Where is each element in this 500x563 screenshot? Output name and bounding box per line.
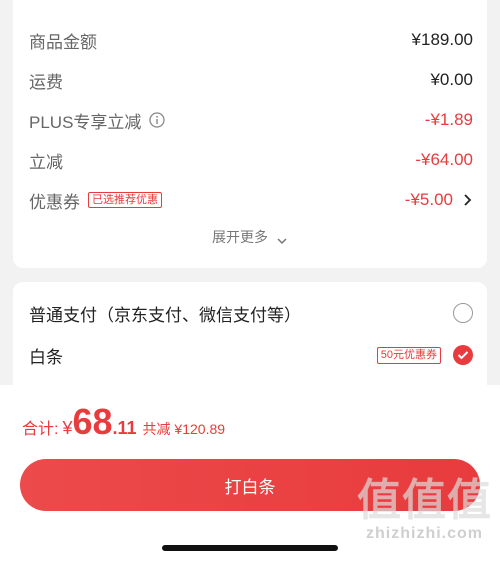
total-line: 合计: ¥ 68 .11 共减 ¥120.89 (22, 401, 225, 443)
instant-discount-value: -¥64.00 (415, 150, 473, 169)
price-summary-card: 商品金额 ¥189.00 运费 ¥0.00 PLUS专享立减 -¥1.89 立减… (13, 0, 487, 268)
payment-option-normal-label: 普通支付（京东支付、微信支付等） (29, 305, 301, 325)
home-indicator[interactable] (162, 545, 338, 551)
payment-option-normal[interactable]: 普通支付（京东支付、微信支付等） (29, 299, 473, 327)
checkout-bar: 合计: ¥ 68 .11 共减 ¥120.89 打白条 值值值 zhizhizh… (0, 385, 500, 563)
info-icon[interactable] (149, 112, 166, 128)
coupon-label: 优惠券 (29, 192, 80, 212)
watermark-logo: 值值值 zhizhizhi.com (357, 477, 492, 543)
expand-more-label: 展开更多 (212, 229, 269, 245)
payment-option-baitiao-label: 白条 (29, 347, 63, 367)
total-label: 合计: (22, 421, 59, 438)
shipping-label: 运费 (29, 72, 63, 92)
row-instant-discount: 立减 -¥64.00 (29, 146, 473, 174)
row-shipping: 运费 ¥0.00 (29, 66, 473, 94)
row-coupon[interactable]: 优惠券 已选推荐优惠 -¥5.00 (29, 186, 473, 214)
instant-discount-label: 立减 (29, 152, 63, 172)
expand-more-button[interactable]: 展开更多 (13, 227, 487, 247)
chevron-right-icon[interactable] (463, 193, 473, 207)
payment-option-normal-radio[interactable] (453, 303, 473, 323)
plus-discount-label: PLUS专享立减 (29, 112, 142, 132)
row-plus-discount: PLUS专享立减 -¥1.89 (29, 106, 473, 134)
goods-amount-label: 商品金额 (29, 32, 97, 52)
total-amount-integer: 68 (72, 401, 113, 442)
payment-method-card: 普通支付（京东支付、微信支付等） 白条 50元优惠券 (13, 282, 487, 392)
chevron-down-icon (276, 233, 288, 245)
plus-discount-value: -¥1.89 (424, 110, 473, 129)
total-currency: ¥ (62, 418, 73, 438)
watermark-sub: zhizhizhi.com (366, 525, 483, 542)
goods-amount-value: ¥189.00 (411, 30, 473, 49)
row-goods-amount: 商品金额 ¥189.00 (29, 26, 473, 54)
payment-option-baitiao[interactable]: 白条 50元优惠券 (29, 341, 473, 369)
coupon-value: -¥5.00 (404, 190, 453, 209)
baitiao-coupon-tag: 50元优惠券 (376, 346, 441, 364)
total-saving: 共减 ¥120.89 (142, 421, 226, 437)
total-amount-decimal: .11 (112, 418, 137, 438)
shipping-value: ¥0.00 (430, 70, 473, 89)
checkmark-icon (457, 351, 469, 360)
payment-option-baitiao-radio[interactable] (453, 345, 473, 365)
watermark-main: 值值值 (357, 476, 492, 525)
recommended-coupon-badge: 已选推荐优惠 (88, 192, 162, 208)
